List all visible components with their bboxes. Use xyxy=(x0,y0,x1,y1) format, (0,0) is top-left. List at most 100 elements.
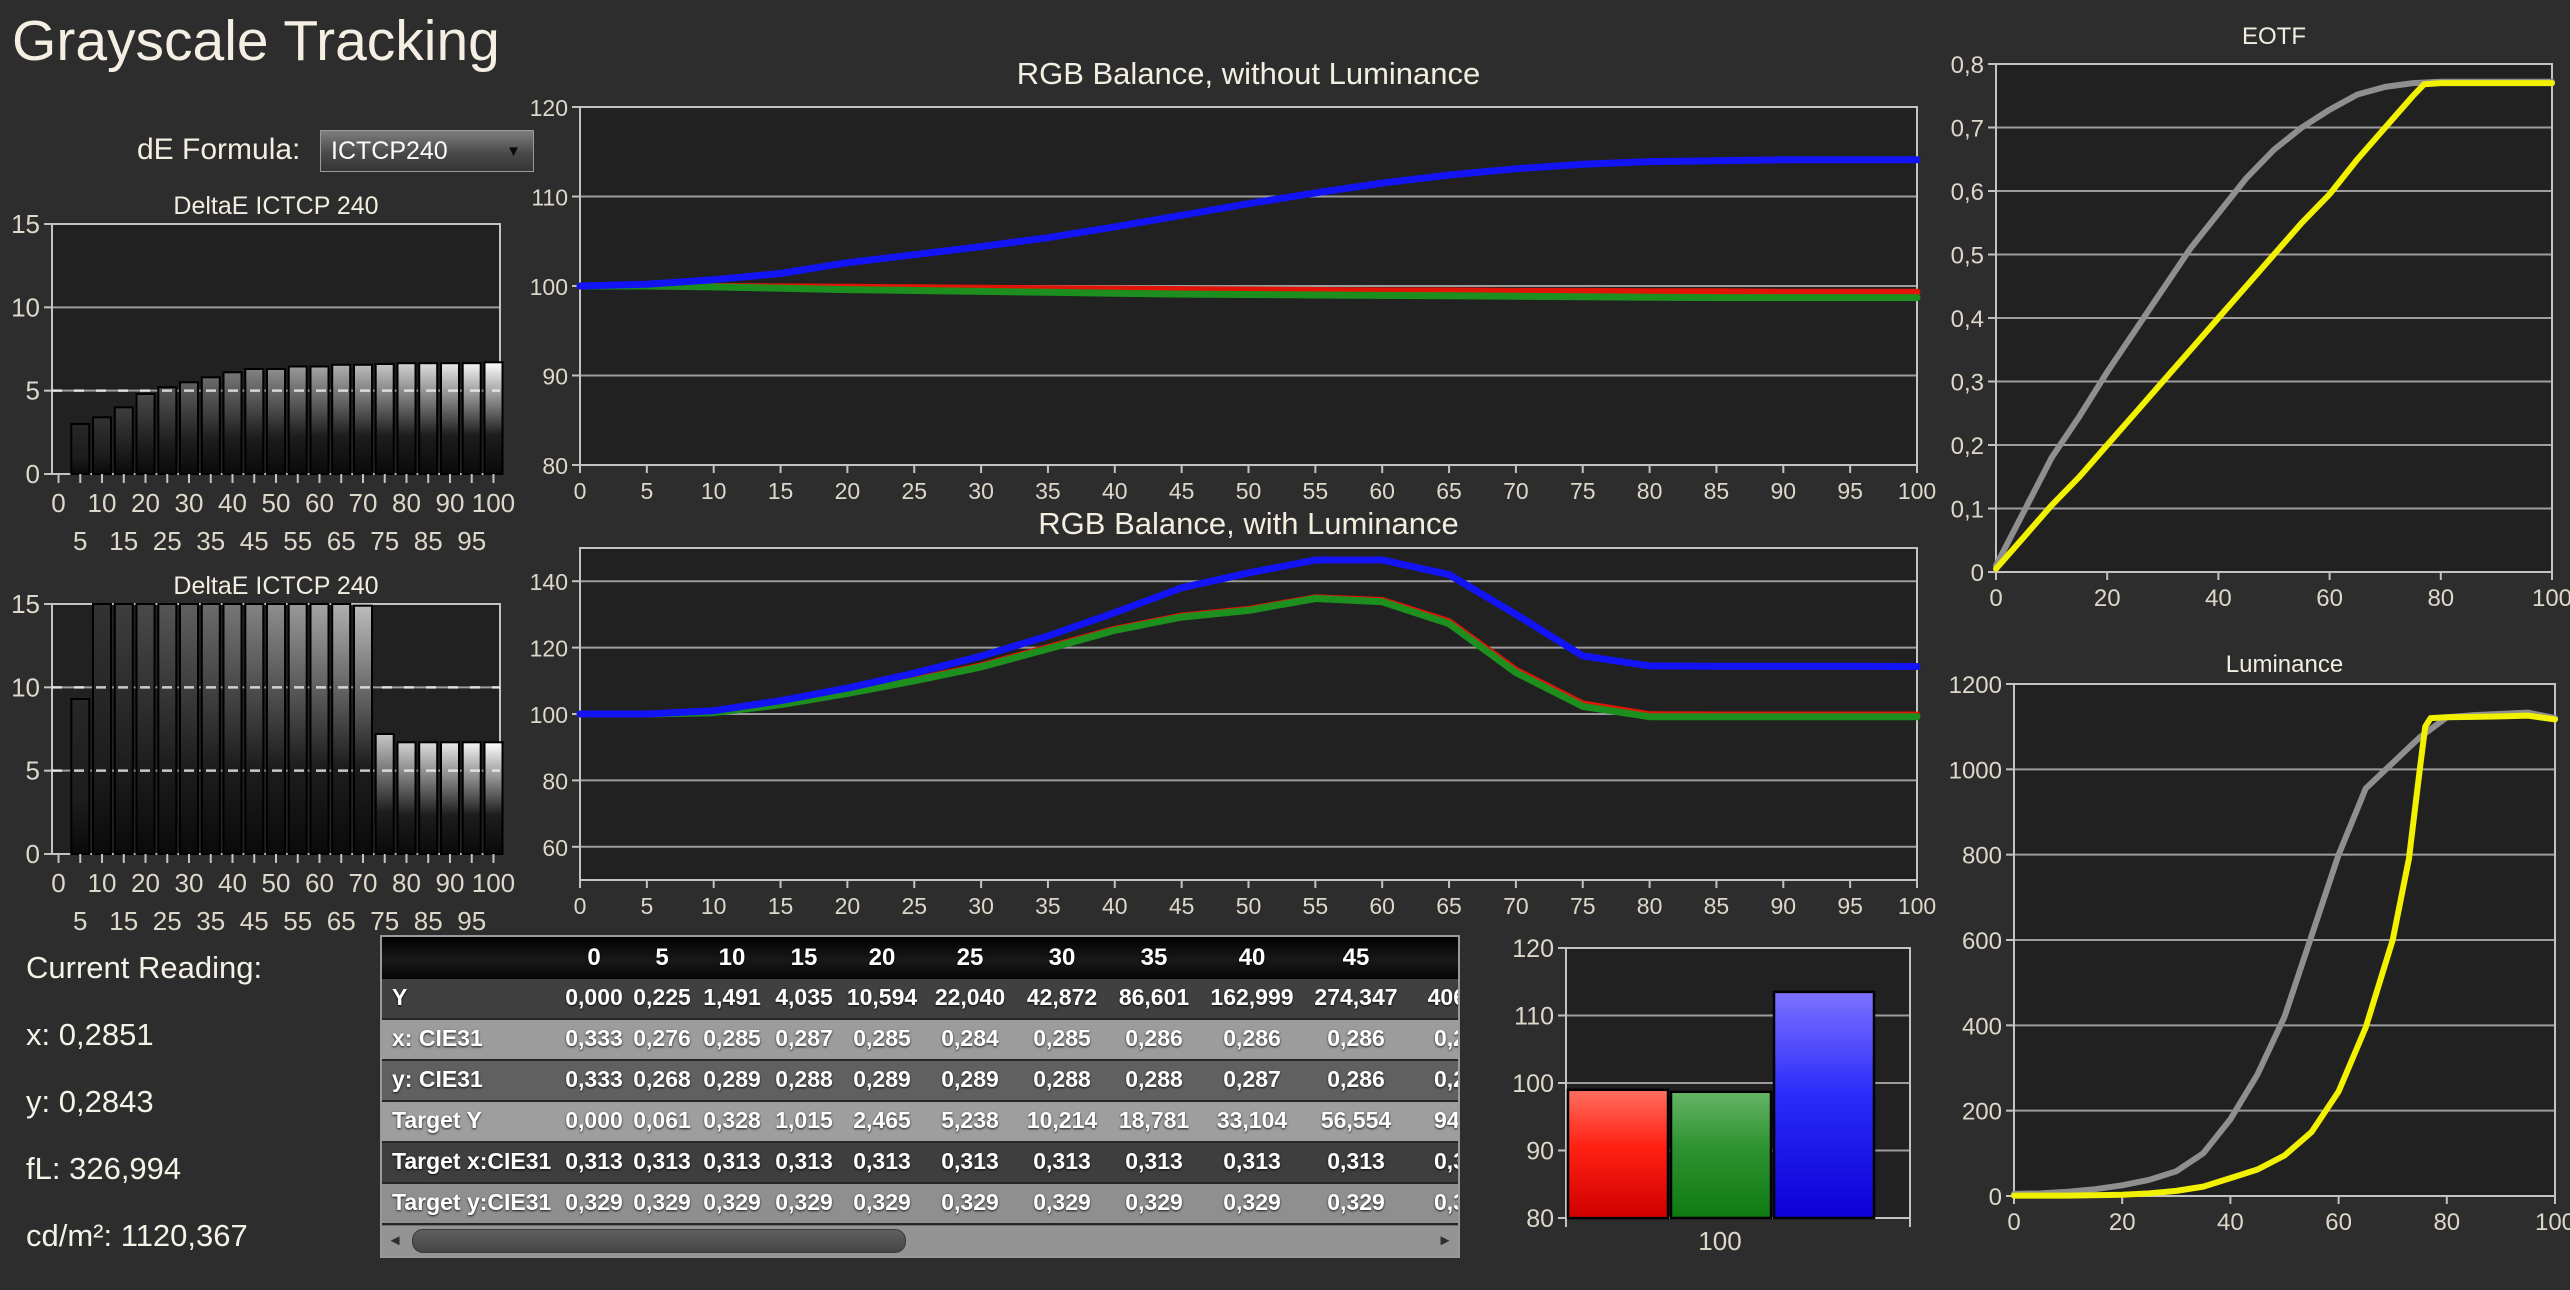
axis-tick-label: 55 xyxy=(283,906,312,936)
page-title: Grayscale Tracking xyxy=(12,9,500,73)
chart-title: DeltaE ICTCP 240 xyxy=(173,572,378,600)
axis-tick-label: 90 xyxy=(542,364,568,390)
deltae-bar xyxy=(135,393,156,475)
deltae-bar xyxy=(266,603,286,855)
axis-tick-label: 25 xyxy=(153,906,182,936)
deltae-bar xyxy=(461,362,482,475)
scrollbar-thumb[interactable] xyxy=(412,1229,906,1253)
current-reading-title: Current Reading: xyxy=(26,950,263,985)
deltae-bar xyxy=(396,362,417,475)
table-cell: 0,276 xyxy=(633,1025,691,1051)
column-header: 40 xyxy=(1238,944,1266,971)
grayscale-tracking-screen: Grayscale Tracking dE Formula: ICTCP240 … xyxy=(0,0,2570,1290)
table-scrollbar[interactable]: ◄ ► xyxy=(382,1225,1458,1256)
axis-tick-label: 60 xyxy=(305,868,334,898)
table-cell: 56,554 xyxy=(1320,1107,1392,1133)
table-cell: 274,347 xyxy=(1314,984,1398,1010)
table-cell: 0,329 xyxy=(1223,1189,1281,1215)
table-cell: 0,286 xyxy=(1223,1025,1281,1051)
table-cell: 0,313 xyxy=(1033,1148,1091,1174)
axis-tick-label: 0,7 xyxy=(1951,116,1984,143)
axis-tick-label: 20 xyxy=(131,868,160,898)
table-cell: 0,288 xyxy=(1125,1066,1183,1092)
axis-tick-label: 0 xyxy=(26,839,40,869)
measurement-table-grid: 0 5 10 15 20 25 30 35 40 45 Y 0,000 0,225 1,491 4,035 1… xyxy=(382,937,1458,1225)
axis-tick-label: 140 xyxy=(530,569,568,595)
deltae-bar xyxy=(440,362,460,475)
row-label: Target x:CIE31 xyxy=(392,1148,552,1174)
axis-tick-label: 0 xyxy=(1971,560,1984,587)
axis-tick-label: 100 xyxy=(472,488,515,518)
axis-tick-label: 75 xyxy=(1570,893,1596,919)
axis-tick-label: 0,4 xyxy=(1951,306,1984,333)
deltae-bar xyxy=(113,406,134,475)
chart-title: EOTF xyxy=(2242,23,2306,50)
table-cell: 0,329 xyxy=(941,1189,999,1215)
column-header xyxy=(382,937,560,979)
table-cell: 0,287 xyxy=(775,1025,833,1051)
axis-tick-label: 600 xyxy=(1962,928,2002,955)
table-row: Target y:CIE31 0,329 0,329 0,329 0,329 0,329 0… xyxy=(382,1184,1458,1225)
axis-tick-label: 20 xyxy=(2109,1209,2136,1236)
axis-tick-label: 5 xyxy=(73,906,87,936)
table-cell: 1,015 xyxy=(775,1107,833,1133)
table-cell: 4,035 xyxy=(775,984,833,1010)
axis-tick-label: 0,3 xyxy=(1951,370,1984,397)
axis-tick-label: 0 xyxy=(51,488,65,518)
table-cell: 18,781 xyxy=(1118,1107,1190,1133)
axis-tick-label: 30 xyxy=(175,868,204,898)
axis-tick-label: 0,8 xyxy=(1951,52,1984,79)
table-row: Y 0,000 0,225 1,491 4,035 10,594 22,040 42,872 8… xyxy=(382,979,1458,1020)
axis-tick-label: 5 xyxy=(26,756,40,786)
table-row: x: CIE31 0,333 0,276 0,285 0,287 0,285 0,284 0,… xyxy=(382,1020,1458,1061)
axis-tick-label: 1200 xyxy=(1949,672,2002,699)
axis-tick-label: 95 xyxy=(457,906,486,936)
deltae-bar xyxy=(353,363,373,475)
table-cell: 0,3 xyxy=(1434,1189,1458,1215)
axis-tick-label: 0 xyxy=(1989,1184,2002,1211)
chart-title: RGB Balance, without Luminance xyxy=(1017,56,1481,91)
axis-tick-label: 5 xyxy=(640,893,653,919)
axis-tick-label: 200 xyxy=(1962,1099,2002,1126)
table-cell: 0,000 xyxy=(565,984,623,1010)
scroll-right-arrow-icon[interactable]: ► xyxy=(1432,1226,1458,1256)
axis-tick-label: 0 xyxy=(1989,585,2002,612)
axis-tick-label: 15 xyxy=(768,893,794,919)
axis-tick-label: 20 xyxy=(835,893,861,919)
de-formula-dropdown[interactable]: ICTCP240 ▼ xyxy=(320,130,534,172)
column-header: 5 xyxy=(655,944,669,971)
deltae-bar xyxy=(157,386,178,475)
axis-tick-label: 0 xyxy=(26,459,40,489)
axis-tick-label: 40 xyxy=(2217,1209,2244,1236)
deltae-bar xyxy=(374,733,395,855)
axis-tick-label: 55 xyxy=(283,526,312,556)
axis-tick-label: 65 xyxy=(327,526,356,556)
deltae-bar xyxy=(331,363,352,475)
rgb-balance-with-luminance-chart: 60 80 100 120 140 0 5 10 15 20 25 30 35 40 45 50 55 60 65 7… xyxy=(530,506,1937,919)
table-cell: 0,329 xyxy=(1327,1189,1385,1215)
row-label: Target Y xyxy=(392,1107,482,1133)
reading-y: y: 0,2843 xyxy=(26,1084,154,1119)
axis-tick-label: 0,6 xyxy=(1951,179,1984,206)
table-cell: 0,268 xyxy=(633,1066,691,1092)
axis-tick-label: 40 xyxy=(218,868,247,898)
row-label: Target y:CIE31 xyxy=(392,1189,552,1215)
deltae-bar xyxy=(244,368,265,475)
scroll-left-arrow-icon[interactable]: ◄ xyxy=(382,1226,408,1256)
axis-tick-label: 110 xyxy=(531,185,568,211)
table-cell: 5,238 xyxy=(941,1107,999,1133)
axis-tick-label: 0 xyxy=(2007,1209,2020,1236)
axis-tick-label: 35 xyxy=(196,526,225,556)
axis-tick-label: 80 xyxy=(392,868,421,898)
deltae-bar xyxy=(222,371,243,475)
deltae-bar xyxy=(309,365,330,475)
axis-tick-label: 15 xyxy=(109,526,138,556)
table-cell: 0,285 xyxy=(853,1025,911,1051)
axis-tick-label: 400 xyxy=(1962,1013,2002,1040)
table-cell: 0,329 xyxy=(853,1189,911,1215)
blue-level-bar xyxy=(1772,990,1876,1220)
chart-title: DeltaE ICTCP 240 xyxy=(173,192,378,220)
table-cell: 0,333 xyxy=(565,1066,623,1092)
axis-tick-label: 50 xyxy=(262,488,291,518)
table-cell: 0,329 xyxy=(1033,1189,1091,1215)
